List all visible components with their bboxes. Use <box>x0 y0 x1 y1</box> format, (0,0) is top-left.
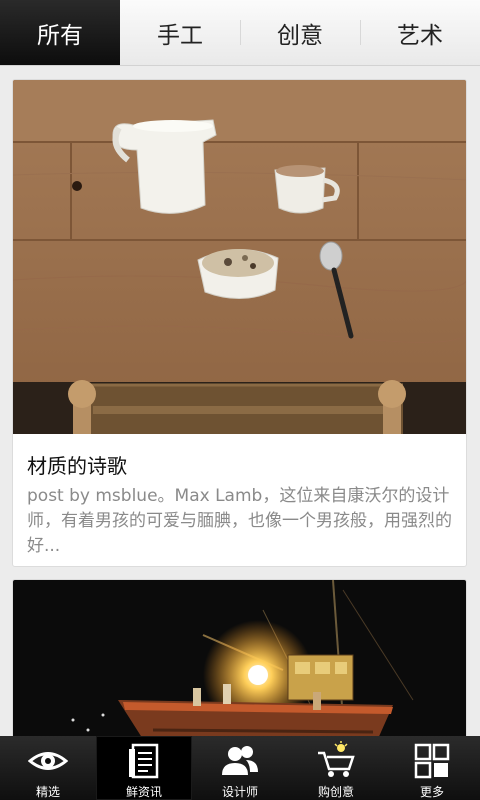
people-icon <box>222 746 258 775</box>
article-card[interactable]: 材质的诗歌 post by msblue。Max Lamb，这位来自康沃尔的设计… <box>12 79 467 567</box>
nav-news[interactable]: 鲜资讯 <box>96 736 192 800</box>
article-feed[interactable]: 材质的诗歌 post by msblue。Max Lamb，这位来自康沃尔的设计… <box>0 66 480 736</box>
nav-label: 设计师 <box>221 785 258 799</box>
news-icon <box>129 743 159 779</box>
tab-creative[interactable]: 创意 <box>240 0 360 65</box>
night-fishing-boat-photo <box>13 580 466 736</box>
grid-icon <box>414 743 450 779</box>
article-title: 材质的诗歌 <box>27 454 127 478</box>
tab-all[interactable]: 所有 <box>0 0 120 65</box>
tab-label: 创意 <box>277 22 323 49</box>
bottom-navigation: 精选 鲜资讯 设计师 购创意 更多 <box>0 736 480 800</box>
nav-label: 更多 <box>419 785 444 799</box>
cart-icon <box>318 741 355 777</box>
tab-art[interactable]: 艺术 <box>360 0 480 65</box>
nav-featured[interactable]: 精选 <box>0 736 96 800</box>
nav-label: 购创意 <box>317 785 354 799</box>
article-summary: post by msblue。Max Lamb，这位来自康沃尔的设计师，有着男孩… <box>27 486 452 556</box>
ceramic-tableware-photo <box>13 80 466 434</box>
article-card[interactable] <box>12 579 467 736</box>
category-tabs: 所有 手工 创意 艺术 <box>0 0 480 66</box>
nav-shop[interactable]: 购创意 <box>288 736 384 800</box>
nav-label: 精选 <box>35 785 60 799</box>
tab-label: 艺术 <box>397 22 443 49</box>
eye-icon <box>28 752 68 770</box>
nav-designers[interactable]: 设计师 <box>192 736 288 800</box>
tab-label: 手工 <box>157 22 203 49</box>
tab-handcraft[interactable]: 手工 <box>120 0 240 65</box>
nav-more[interactable]: 更多 <box>384 736 480 800</box>
nav-label: 鲜资讯 <box>125 785 162 799</box>
tab-label: 所有 <box>37 22 83 49</box>
